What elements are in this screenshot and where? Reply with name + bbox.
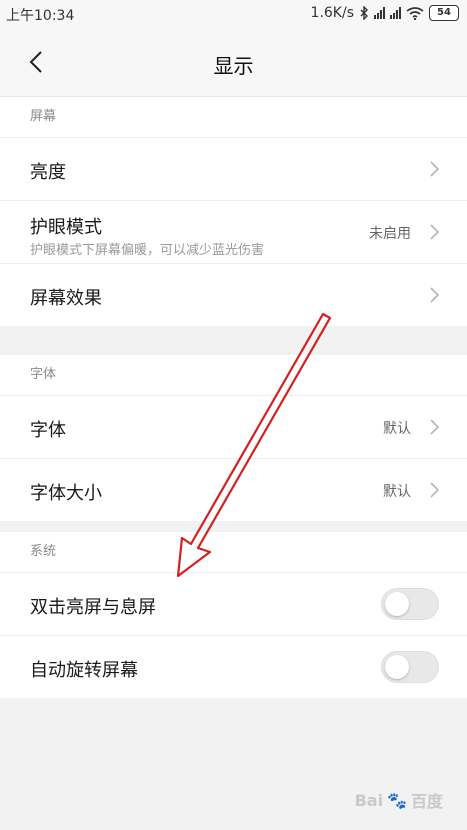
screen-effect-row[interactable]: 屏幕效果 [0, 264, 467, 326]
brightness-label: 亮度 [30, 162, 66, 183]
double-tap-toggle[interactable] [381, 588, 439, 620]
section-system: 系统 双击亮屏与息屏 自动旋转屏幕 [0, 532, 467, 698]
chevron-right-icon [430, 419, 440, 435]
battery-icon: 54 [429, 5, 459, 21]
wifi-icon [406, 6, 424, 20]
section-screen: 屏幕 亮度 护眼模式 护眼模式下屏幕偏暖，可以减少蓝光伤害 未启用 屏幕效果 [0, 97, 467, 326]
chevron-right-icon [430, 482, 440, 498]
eye-care-subtitle: 护眼模式下屏幕偏暖，可以减少蓝光伤害 [30, 243, 265, 258]
signal-icon [374, 7, 385, 19]
section-label-screen: 屏幕 [0, 97, 467, 138]
font-size-label: 字体大小 [30, 483, 102, 504]
section-label-system: 系统 [0, 532, 467, 573]
status-bar: 上午10:34 1.6K/s 54 [0, 0, 467, 28]
watermark-suffix: 百度 [410, 792, 443, 811]
screen-effect-label: 屏幕效果 [30, 288, 102, 309]
paw-icon: 🐾 [387, 790, 407, 810]
toggle-knob [385, 655, 409, 679]
status-right-cluster: 1.6K/s 54 [311, 5, 459, 21]
eye-care-value: 未启用 [369, 226, 411, 242]
eye-care-row[interactable]: 护眼模式 护眼模式下屏幕偏暖，可以减少蓝光伤害 未启用 [0, 201, 467, 264]
chevron-right-icon [430, 161, 440, 177]
signal-icon-2 [390, 7, 401, 19]
bluetooth-icon [360, 6, 368, 20]
auto-rotate-label: 自动旋转屏幕 [30, 660, 138, 681]
network-speed: 1.6K/s [310, 5, 354, 21]
auto-rotate-toggle[interactable] [381, 651, 439, 683]
double-tap-row[interactable]: 双击亮屏与息屏 [0, 573, 467, 636]
chevron-right-icon [430, 224, 440, 240]
font-style-label: 字体 [30, 420, 66, 441]
eye-care-label: 护眼模式 [30, 217, 102, 238]
font-style-value: 默认 [383, 421, 411, 437]
section-font: 字体 字体 默认 字体大小 默认 [0, 355, 467, 521]
chevron-right-icon [430, 287, 440, 303]
page-title: 显示 [213, 54, 254, 78]
font-style-row[interactable]: 字体 默认 [0, 396, 467, 459]
font-size-row[interactable]: 字体大小 默认 [0, 459, 467, 521]
brightness-row[interactable]: 亮度 [0, 138, 467, 201]
auto-rotate-row[interactable]: 自动旋转屏幕 [0, 636, 467, 698]
font-size-value: 默认 [383, 484, 411, 500]
double-tap-label: 双击亮屏与息屏 [30, 597, 156, 618]
watermark-text: Bai [354, 790, 384, 810]
section-label-font: 字体 [0, 355, 467, 396]
top-bar: 显示 [0, 28, 467, 97]
toggle-knob [385, 592, 409, 616]
baidu-watermark: Bai 🐾 百度 [355, 788, 443, 812]
status-time: 上午10:34 [6, 8, 75, 24]
